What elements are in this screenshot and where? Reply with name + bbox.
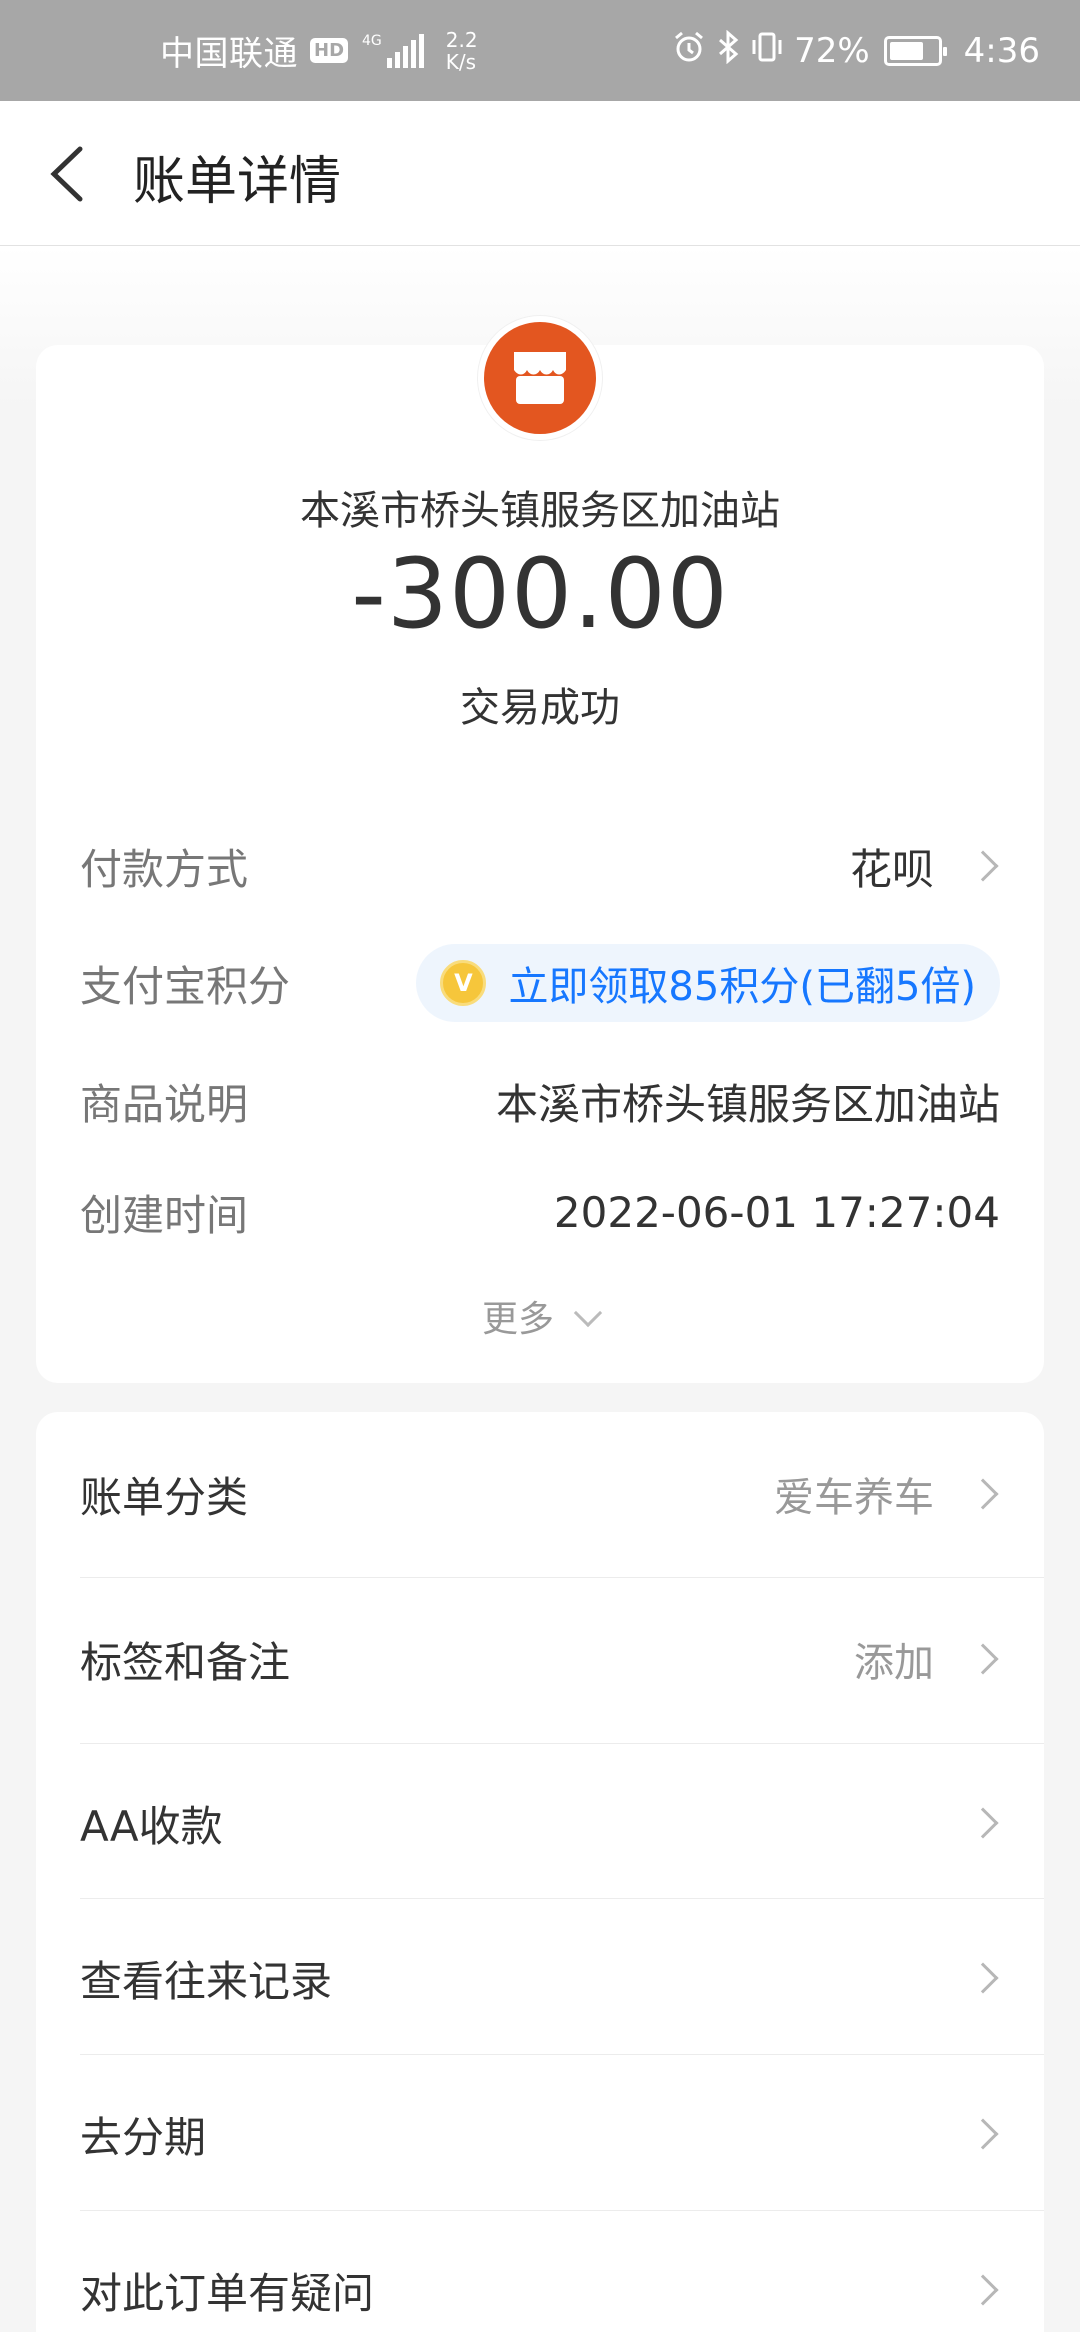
chevron-right-icon [967,1807,999,1839]
menu-item-value-group [934,2274,1000,2306]
chevron-left-icon [50,146,83,202]
divider [80,1577,1044,1578]
claim-points-button[interactable]: V 立即领取85积分(已翻5倍) [416,944,1000,1022]
payment-method-value: 花呗 [849,844,934,894]
menu-item-transaction-history[interactable]: 查看往来记录 [80,1948,1000,2008]
menu-item-aa-collect[interactable]: AA收款 [80,1793,1000,1853]
merchant-name: 本溪市桥头镇服务区加油站 [300,488,780,534]
points-label: 支付宝积分 [80,961,291,1011]
battery-percent: 72% [794,30,870,71]
created-time-label: 创建时间 [80,1190,249,1240]
transaction-amount: -300.00 [351,538,729,650]
divider [80,1898,1044,1899]
divider [80,2054,1044,2055]
speed-value: 2.2 [445,27,478,52]
status-right: 72% 4:36 [672,0,1040,101]
menu-item-tags-notes[interactable]: 标签和备注 添加 [80,1629,1000,1689]
menu-item-order-question[interactable]: 对此订单有疑问 [80,2260,1000,2320]
product-row: 商品说明 本溪市桥头镇服务区加油站 [80,1071,1000,1131]
vibrate-icon [750,30,784,72]
menu-item-label: 账单分类 [80,1472,249,1522]
chevron-down-icon [573,1298,603,1328]
network-speed: 2.2 K/s [446,29,478,73]
back-button[interactable] [40,141,100,207]
menu-item-installment[interactable]: 去分期 [80,2104,1000,2164]
chevron-right-icon [967,850,999,882]
menu-item-value: 爱车养车 [774,1475,934,1521]
menu-item-value-group: 添加 [854,1630,1000,1688]
menu-item-value-group [934,1962,1000,1994]
menu-item-value-group: 爱车养车 [774,1465,1000,1523]
bill-actions-card [36,1412,1044,2332]
status-bar: 中国联通 HD 4G 2.2 K/s 72% 4:36 [0,0,1080,101]
created-time-row: 创建时间 2022-06-01 17:27:04 [80,1182,1000,1242]
payment-method-value-group: 花呗 [850,836,1000,897]
created-time-value: 2022-06-01 17:27:04 [553,1187,1000,1237]
points-row: 支付宝积分 V 立即领取85积分(已翻5倍) [80,944,1000,1022]
chevron-right-icon [967,2274,999,2306]
nav-bar: 账单详情 [0,101,1080,246]
transaction-status: 交易成功 [460,685,620,731]
payment-method-label: 付款方式 [80,844,249,894]
more-label: 更多 [481,1299,554,1340]
chevron-right-icon [967,1643,999,1675]
chevron-right-icon [967,1962,999,1994]
clock: 4:36 [963,30,1040,71]
hd-badge: HD [310,38,349,63]
menu-item-label: 对此订单有疑问 [80,2268,375,2318]
storefront-icon [514,352,566,404]
product-value: 本溪市桥头镇服务区加油站 [495,1079,1000,1129]
signal-icon: 4G [362,32,424,68]
product-label: 商品说明 [80,1079,249,1129]
divider [80,1743,1044,1744]
payment-method-row[interactable]: 付款方式 花呗 [80,836,1000,896]
menu-item-value: 添加 [854,1640,934,1686]
bluetooth-icon [716,29,740,72]
chevron-right-icon [967,1478,999,1510]
menu-item-label: 查看往来记录 [80,1956,333,2006]
menu-item-label: 去分期 [80,2112,207,2162]
chevron-right-icon [967,2118,999,2150]
menu-item-label: 标签和备注 [80,1637,291,1687]
menu-item-category[interactable]: 账单分类 爱车养车 [80,1464,1000,1524]
menu-item-value-group [934,2118,1000,2150]
page-title: 账单详情 [133,152,342,212]
alarm-icon [672,30,706,72]
battery-icon [883,35,947,66]
points-coin-icon: V [440,960,487,1006]
menu-item-label: AA收款 [80,1801,223,1851]
network-type: 4G [362,32,382,49]
more-button[interactable]: 更多 [0,1290,1080,1342]
speed-unit: K/s [445,49,477,74]
status-left: 中国联通 HD 4G 2.2 K/s [160,0,478,101]
claim-points-text: 立即领取85积分(已翻5倍) [508,964,976,1010]
carrier-name: 中国联通 [160,34,298,74]
merchant-logo [478,316,602,440]
divider [80,2210,1044,2211]
menu-item-value-group [934,1807,1000,1839]
